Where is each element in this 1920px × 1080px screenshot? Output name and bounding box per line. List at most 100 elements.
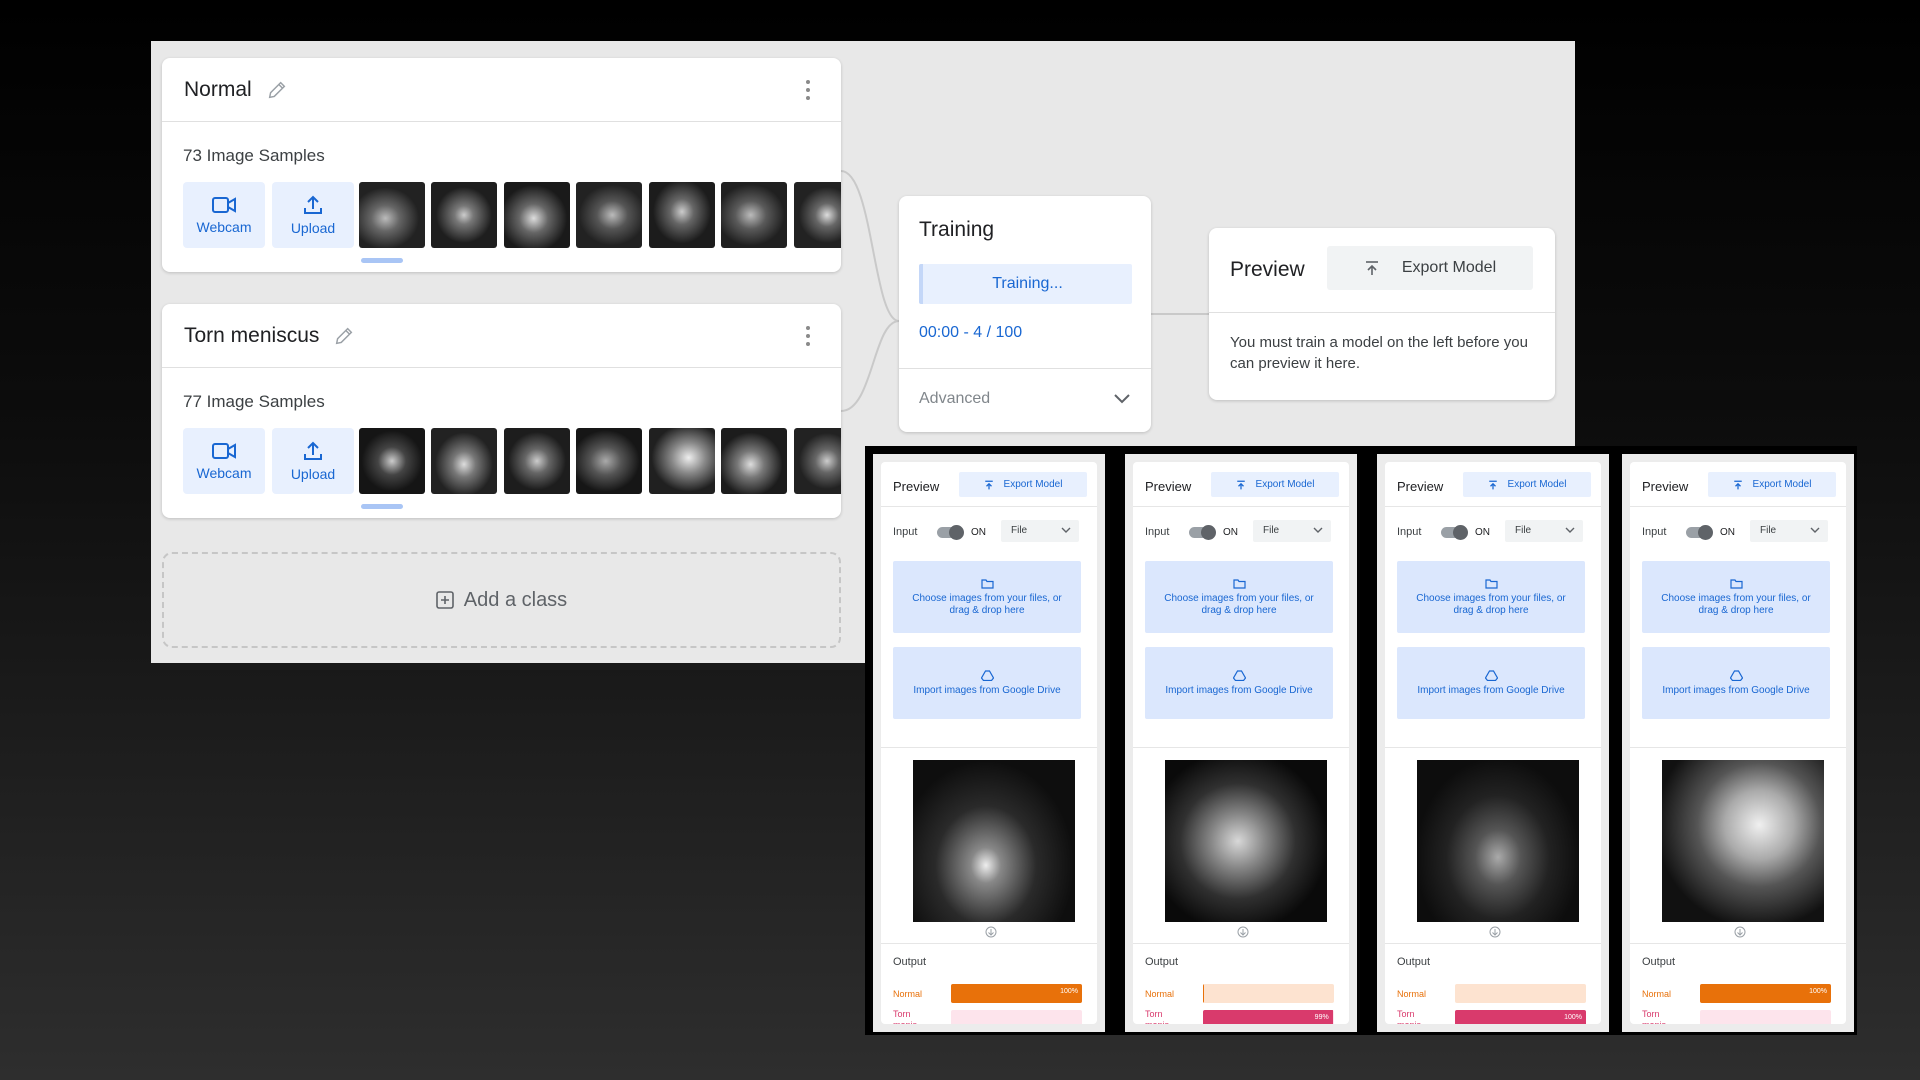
sample-thumbnail[interactable] — [504, 182, 570, 248]
upload-icon — [304, 441, 322, 460]
preview-title: Preview — [893, 479, 940, 494]
input-toggle[interactable] — [1189, 525, 1216, 540]
preview-card: Preview Export Model Input ON File Choose ima… — [1133, 462, 1349, 1024]
preview-card: Preview Export Model You must train a mo… — [1209, 228, 1555, 400]
export-icon — [984, 480, 993, 489]
drive-icon — [980, 669, 994, 681]
input-toggle[interactable] — [1686, 525, 1713, 540]
sample-thumbnail[interactable] — [721, 182, 787, 248]
train-model-button[interactable]: Training... — [919, 264, 1132, 304]
sample-thumbnail[interactable] — [359, 428, 425, 494]
export-model-button[interactable]: Export Model — [1708, 472, 1836, 497]
class-name[interactable]: Normal — [184, 78, 252, 102]
preview-examples: Preview Export Model Input ON File Choose ima… — [865, 446, 1857, 1035]
export-model-button[interactable]: Export Model — [1327, 246, 1533, 290]
divider — [1209, 312, 1555, 313]
webcam-button[interactable]: Webcam — [183, 428, 265, 494]
class-label-torn-meniscus: Torn menis... — [1145, 1009, 1177, 1024]
add-class-button[interactable]: Add a class — [162, 552, 841, 648]
upload-label: Upload — [290, 466, 336, 482]
sample-thumbnail[interactable] — [576, 182, 642, 248]
output-label: Output — [1145, 956, 1179, 968]
confidence-percent: 100% — [1809, 988, 1827, 995]
folder-icon — [1729, 578, 1743, 589]
preview-title: Preview — [1145, 479, 1192, 494]
export-model-button[interactable]: Export Model — [1211, 472, 1339, 497]
preview-card: Preview Export Model Input ON File Choose ima… — [1630, 462, 1846, 1024]
sample-thumbnail[interactable] — [359, 182, 425, 248]
class-card-torn-meniscus: Torn meniscus 77 Image Samples Webcam Up… — [162, 304, 841, 518]
input-label: Input — [1642, 526, 1667, 538]
drive-icon — [1729, 669, 1743, 681]
training-progress: 00:00 - 4 / 100 — [919, 324, 1023, 341]
upload-label: Upload — [290, 220, 336, 236]
scroll-indicator[interactable] — [361, 258, 403, 263]
output-label: Output — [893, 956, 927, 968]
more-vert-icon[interactable] — [805, 80, 811, 100]
toggle-state: ON — [1223, 527, 1238, 538]
sample-thumbnail[interactable] — [431, 428, 497, 494]
pencil-icon[interactable] — [333, 325, 355, 347]
divider — [1630, 943, 1846, 944]
arrow-down-icon — [1489, 926, 1501, 938]
export-model-button[interactable]: Export Model — [959, 472, 1087, 497]
export-label: Export Model — [1401, 259, 1497, 276]
preview-card: Preview Export Model Input ON File Choose ima… — [881, 462, 1097, 1024]
class-card-header: Torn meniscus — [162, 304, 841, 368]
scroll-indicator[interactable] — [361, 504, 403, 509]
file-drop-zone[interactable]: Choose images from your files, or drag &… — [893, 561, 1081, 633]
file-drop-zone[interactable]: Choose images from your files, or drag &… — [1642, 561, 1830, 633]
divider — [1133, 506, 1349, 507]
sample-thumbnail[interactable] — [576, 428, 642, 494]
upload-button[interactable]: Upload — [272, 182, 354, 248]
chevron-down-icon[interactable] — [1113, 392, 1131, 404]
input-toggle[interactable] — [937, 525, 964, 540]
training-card: Training Training... 00:00 - 4 / 100 Adv… — [899, 196, 1151, 432]
class-name[interactable]: Torn meniscus — [184, 324, 319, 348]
class-label-normal: Normal — [1397, 989, 1427, 999]
sample-thumbnail[interactable] — [649, 428, 715, 494]
class-label-normal: Normal — [1642, 989, 1672, 999]
divider — [1133, 943, 1349, 944]
sample-thumbnail[interactable] — [431, 182, 497, 248]
export-model-button[interactable]: Export Model — [1463, 472, 1591, 497]
arrow-down-icon — [1734, 926, 1746, 938]
sample-thumbnail[interactable] — [504, 428, 570, 494]
toggle-knob — [1698, 525, 1713, 540]
advanced-toggle[interactable]: Advanced — [919, 390, 990, 408]
google-drive-import[interactable]: Import images from Google Drive — [893, 647, 1081, 719]
drive-icon — [1484, 669, 1498, 681]
confidence-bar-torn-meniscus — [1700, 1010, 1831, 1024]
input-toggle[interactable] — [1441, 525, 1468, 540]
input-source-select[interactable]: File — [1505, 520, 1583, 542]
input-source-value: File — [1515, 525, 1532, 536]
upload-button[interactable]: Upload — [272, 428, 354, 494]
input-source-select[interactable]: File — [1253, 520, 1331, 542]
file-drop-zone[interactable]: Choose images from your files, or drag &… — [1145, 561, 1333, 633]
input-label: Input — [1397, 526, 1422, 538]
input-image — [913, 760, 1075, 922]
confidence-fill — [1203, 984, 1205, 1003]
input-source-select[interactable]: File — [1001, 520, 1079, 542]
google-drive-import[interactable]: Import images from Google Drive — [1642, 647, 1830, 719]
divider — [1133, 747, 1349, 748]
google-drive-import[interactable]: Import images from Google Drive — [1397, 647, 1585, 719]
google-drive-import[interactable]: Import images from Google Drive — [1145, 647, 1333, 719]
input-source-select[interactable]: File — [1750, 520, 1828, 542]
pencil-icon[interactable] — [266, 79, 288, 101]
input-source-value: File — [1760, 525, 1777, 536]
drive-import-text: Import images from Google Drive — [913, 684, 1061, 696]
file-drop-zone[interactable]: Choose images from your files, or drag &… — [1397, 561, 1585, 633]
sample-thumbnail[interactable] — [794, 428, 841, 494]
drive-icon — [1232, 669, 1246, 681]
more-vert-icon[interactable] — [805, 326, 811, 346]
sample-thumbnail[interactable] — [721, 428, 787, 494]
input-image — [1662, 760, 1824, 922]
add-class-label: Add a class — [463, 588, 568, 611]
sample-thumbnail[interactable] — [649, 182, 715, 248]
confidence-fill: 100% — [1455, 1010, 1586, 1024]
confidence-fill: 100% — [1700, 984, 1831, 1003]
export-icon — [1488, 480, 1497, 489]
webcam-button[interactable]: Webcam — [183, 182, 265, 248]
sample-thumbnail[interactable] — [794, 182, 841, 248]
